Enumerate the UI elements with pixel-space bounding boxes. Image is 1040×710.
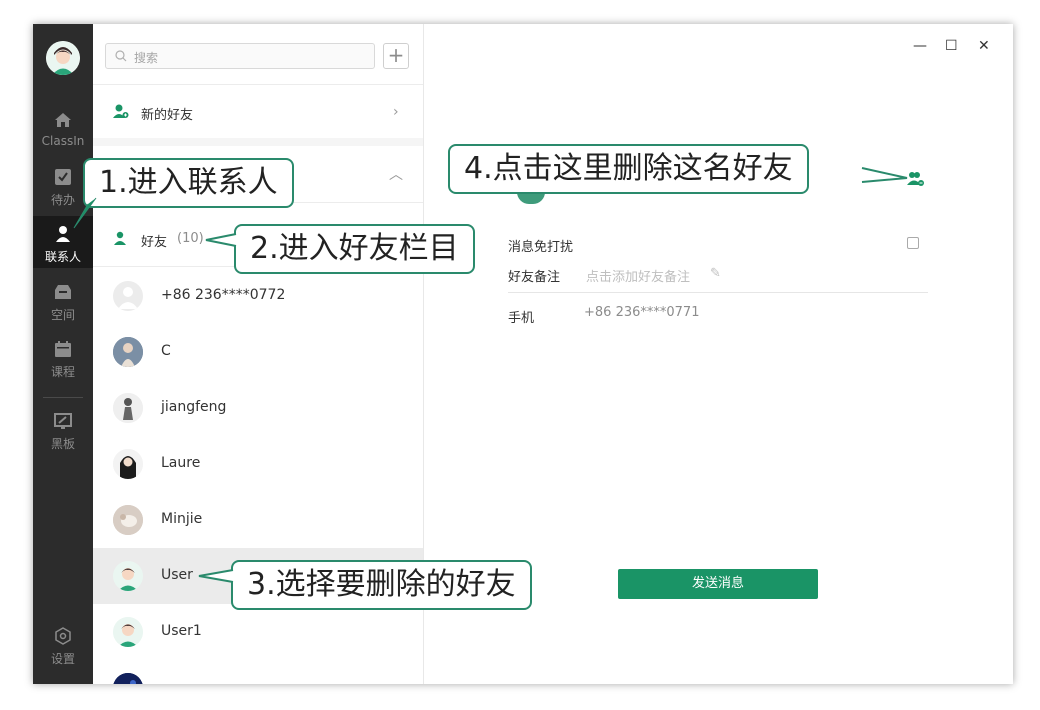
avatar <box>113 505 143 535</box>
friend-icon <box>114 231 126 245</box>
avatar <box>113 561 143 591</box>
friends-label: 好友 <box>141 235 168 250</box>
nav-label: 设置 <box>50 652 75 666</box>
contact-name: +86 236****0772 <box>161 287 286 303</box>
minimize-icon[interactable]: — <box>913 38 927 54</box>
contact-item[interactable]: Laure <box>93 436 423 492</box>
callout-step2: 2.进入好友栏目 <box>234 224 475 274</box>
home-icon <box>55 113 71 127</box>
nav-label: 联系人 <box>44 250 81 264</box>
avatar <box>113 393 143 423</box>
avatar <box>113 337 143 367</box>
contact-item[interactable] <box>93 660 423 684</box>
search-icon <box>115 50 127 62</box>
chevron-up-icon: ︿ <box>389 167 403 183</box>
search-placeholder: 搜索 <box>134 51 159 65</box>
nav-label: 课程 <box>50 365 75 379</box>
nav-label: 空间 <box>50 308 75 322</box>
friends-count: (10) <box>177 231 204 246</box>
my-avatar[interactable] <box>46 41 80 75</box>
todo-icon <box>55 169 71 185</box>
search-input[interactable]: 搜索 <box>105 43 375 69</box>
contact-name: User1 <box>161 623 202 639</box>
nav-item-settings[interactable]: 设置 <box>33 626 93 680</box>
callout-pointer <box>861 167 908 183</box>
callout-step4: 4.点击这里删除这名好友 <box>448 144 809 194</box>
blackboard-icon <box>54 413 72 429</box>
mute-checkbox[interactable] <box>907 237 919 249</box>
contact-item[interactable]: C <box>93 324 423 380</box>
space-icon <box>55 285 71 299</box>
nav-item-course[interactable]: 课程 <box>33 339 93 393</box>
callout-step3: 3.选择要删除的好友 <box>231 560 532 610</box>
section-gap <box>93 138 423 146</box>
divider <box>93 84 423 85</box>
chevron-right-icon: › <box>393 104 399 120</box>
avatar <box>113 617 143 647</box>
calendar-icon <box>55 341 71 357</box>
mute-label: 消息免打扰 <box>508 240 574 255</box>
avatar <box>113 673 143 684</box>
add-button[interactable]: + <box>383 43 409 69</box>
contact-name: User <box>161 567 193 583</box>
main-nav: ClassIn 待办 联系人 空间 课程 黑板 设置 <box>33 24 93 684</box>
callout-step1: 1.进入联系人 <box>83 158 294 208</box>
settings-icon <box>55 627 71 645</box>
contact-item[interactable]: jiangfeng <box>93 380 423 436</box>
nav-item-blackboard[interactable]: 黑板 <box>33 411 93 465</box>
contact-name: C <box>161 343 171 359</box>
contact-item[interactable]: User1 <box>93 604 423 660</box>
contact-item[interactable]: +86 236****0772 <box>93 268 423 324</box>
contact-name: Laure <box>161 455 201 471</box>
avatar <box>113 449 143 479</box>
new-friends-row[interactable]: 新的好友 › <box>93 86 423 138</box>
divider <box>508 292 928 293</box>
avatar <box>113 281 143 311</box>
add-friend-icon <box>113 104 129 118</box>
callout-pointer <box>198 569 234 583</box>
new-friends-label: 新的好友 <box>141 108 194 123</box>
phone-value: +86 236****0771 <box>584 305 700 320</box>
send-message-button[interactable]: 发送消息 <box>618 569 818 599</box>
maximize-icon[interactable]: ☐ <box>945 38 958 54</box>
phone-label: 手机 <box>508 311 535 326</box>
nav-label: ClassIn <box>41 134 85 148</box>
contact-item[interactable]: Minjie <box>93 492 423 548</box>
nav-label: 黑板 <box>50 437 75 451</box>
contact-name: Minjie <box>161 511 203 527</box>
nav-divider <box>43 397 83 398</box>
nav-item-space[interactable]: 空间 <box>33 282 93 336</box>
close-icon[interactable]: ✕ <box>978 38 990 54</box>
remark-input[interactable]: 点击添加好友备注 <box>586 266 690 285</box>
contact-name: jiangfeng <box>161 399 227 415</box>
remark-label: 好友备注 <box>508 270 561 285</box>
edit-icon[interactable]: ✎ <box>710 266 721 281</box>
callout-pointer <box>73 197 97 229</box>
nav-item-classin[interactable]: ClassIn <box>33 110 93 164</box>
delete-friend-icon[interactable] <box>907 171 925 187</box>
callout-pointer <box>205 233 237 247</box>
